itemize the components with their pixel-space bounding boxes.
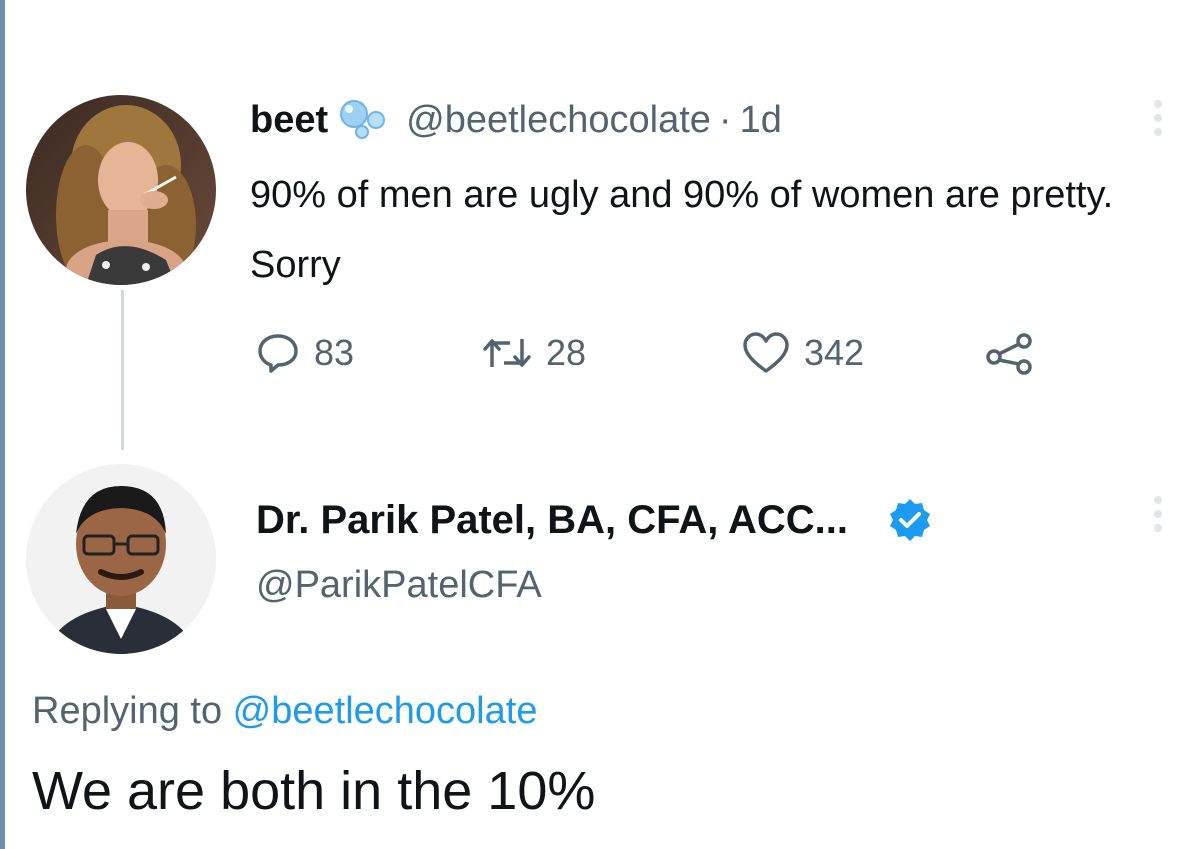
thread-connector-line [121, 290, 124, 450]
retweet-button[interactable]: 28 [482, 328, 586, 378]
separator-dot: · [718, 98, 732, 141]
like-count: 342 [804, 332, 865, 373]
verified-badge-icon [890, 499, 931, 541]
tweet-text: 90% of men are ugly and 90% of women are… [250, 174, 1114, 286]
retweet-arrows-icon [483, 339, 531, 367]
display-name[interactable]: beet [250, 99, 328, 142]
speech-bubble-icon [258, 334, 298, 373]
vertical-dots-icon[interactable] [1152, 98, 1164, 138]
reply-tweet-text: We are both in the 10% [32, 761, 596, 821]
replying-prefix: Replying to [32, 690, 233, 732]
replying-to-link[interactable]: @beetlechocolate [233, 690, 538, 732]
reply-count: 83 [314, 332, 355, 373]
tweet-thread-screenshot: beet @beetlechocolate · 1d 90% of men ar… [0, 0, 1200, 849]
reply-button[interactable]: 83 [256, 328, 354, 378]
window-edge [0, 0, 5, 849]
author-name-row: Dr. Parik Patel, BA, CFA, ACC... [256, 490, 934, 550]
retweet-count: 28 [546, 332, 587, 373]
reply-author-block: Dr. Parik Patel, BA, CFA, ACC... @ParikP… [256, 490, 934, 607]
heart-icon [743, 332, 789, 373]
share-nodes-icon [986, 333, 1032, 375]
avatar-beet[interactable] [26, 95, 216, 285]
display-name[interactable]: Dr. Parik Patel, BA, CFA, ACC... [256, 498, 848, 543]
avatar-parik-patel[interactable] [26, 464, 216, 654]
tweet-timestamp[interactable]: 1d [740, 99, 782, 142]
like-button[interactable]: 342 [742, 328, 864, 378]
user-handle[interactable]: @beetlechocolate [406, 99, 711, 142]
user-handle[interactable]: @ParikPatelCFA [256, 564, 934, 607]
replying-to-line: Replying to @beetlechocolate [32, 690, 537, 733]
vertical-dots-icon[interactable] [1152, 494, 1164, 534]
share-button[interactable] [984, 328, 1036, 378]
tweet-header: beet @beetlechocolate · 1d [250, 90, 782, 150]
bubble-emoji-icon [340, 100, 386, 139]
